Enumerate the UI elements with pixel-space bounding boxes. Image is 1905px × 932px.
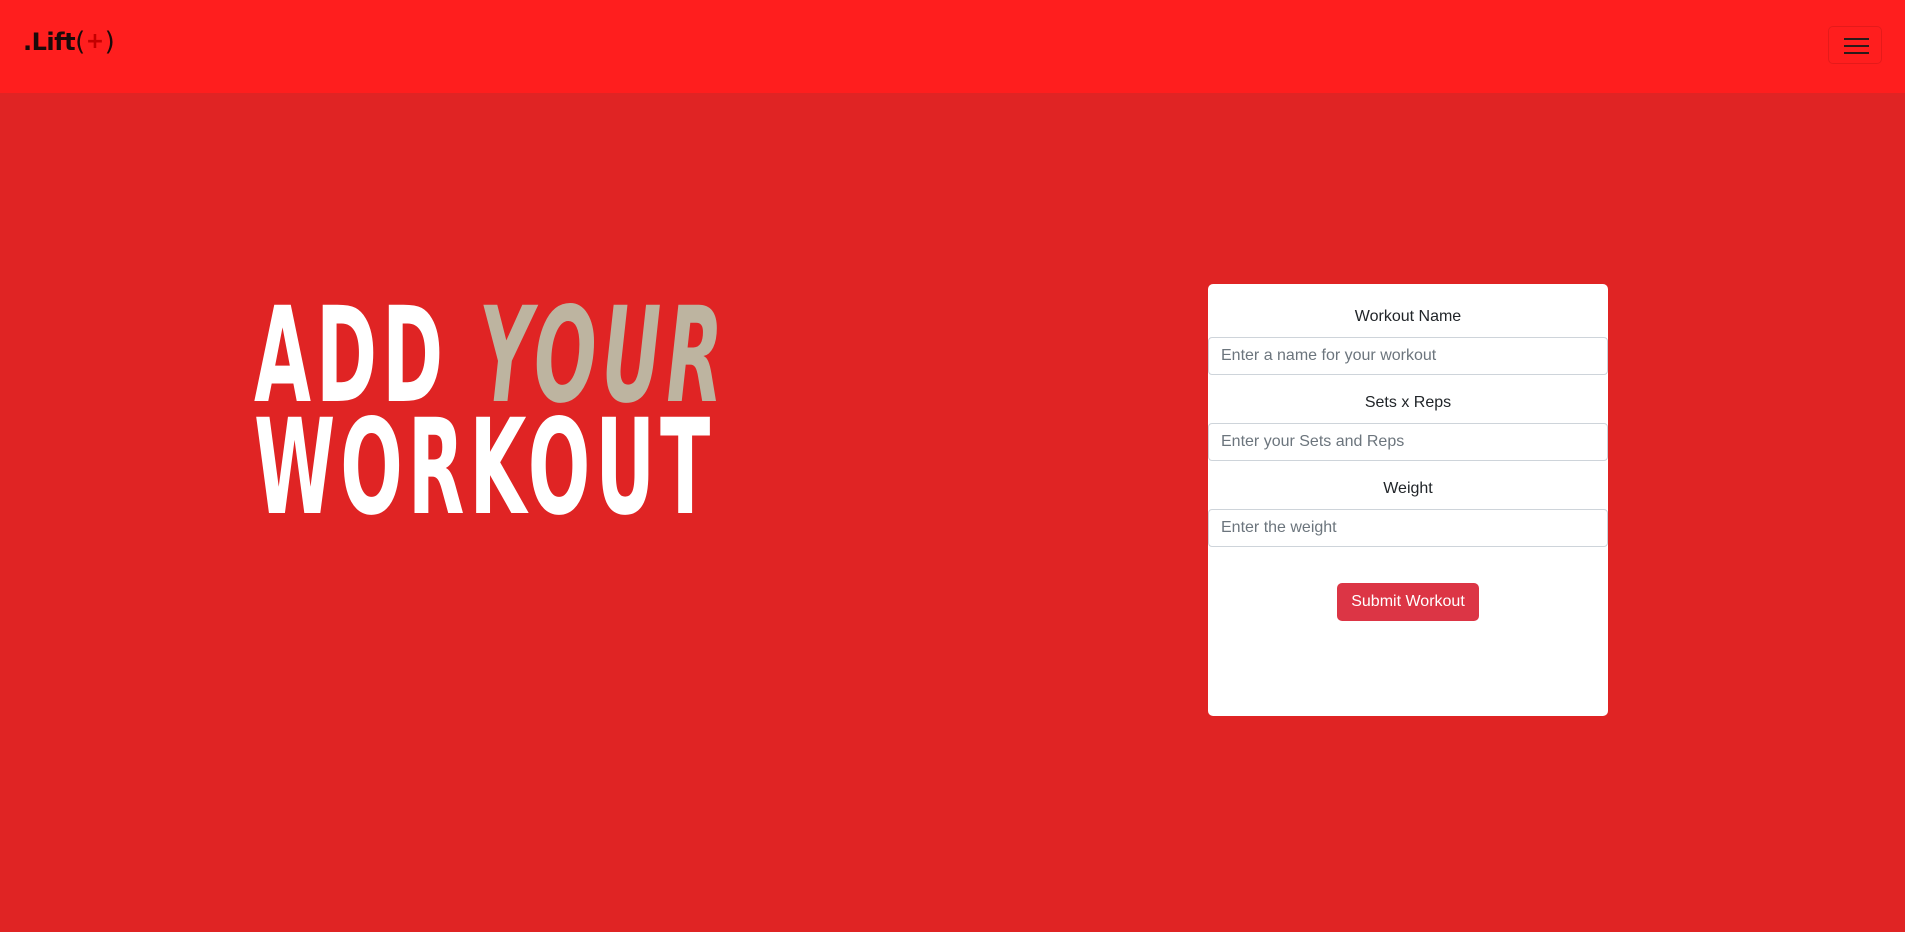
navbar-toggler-button[interactable] [1828, 26, 1882, 64]
add-workout-form: Workout Name Sets x Reps Weight Submit W… [1208, 284, 1608, 716]
sets-reps-label: Sets x Reps [1364, 394, 1452, 411]
hero-heading: ADD YOUR WORKOUT [254, 290, 728, 534]
hero-line-2: WORKOUT [254, 402, 728, 534]
brand-logo[interactable]: .Lift ( + ) [23, 27, 115, 57]
submit-workout-button[interactable]: Submit Workout [1337, 583, 1479, 621]
sets-reps-input[interactable] [1208, 423, 1608, 461]
workout-name-label: Workout Name [1354, 308, 1462, 325]
brand-open-paren: ( [75, 27, 85, 57]
weight-input[interactable] [1208, 509, 1608, 547]
brand-plus-icon: + [85, 29, 104, 54]
hero-word-workout: WORKOUT [254, 391, 716, 545]
brand-close-paren: ) [104, 27, 115, 57]
workout-name-input[interactable] [1208, 337, 1608, 375]
navbar: .Lift ( + ) [0, 0, 1905, 93]
brand-name: .Lift [23, 28, 76, 56]
weight-label: Weight [1383, 480, 1433, 497]
